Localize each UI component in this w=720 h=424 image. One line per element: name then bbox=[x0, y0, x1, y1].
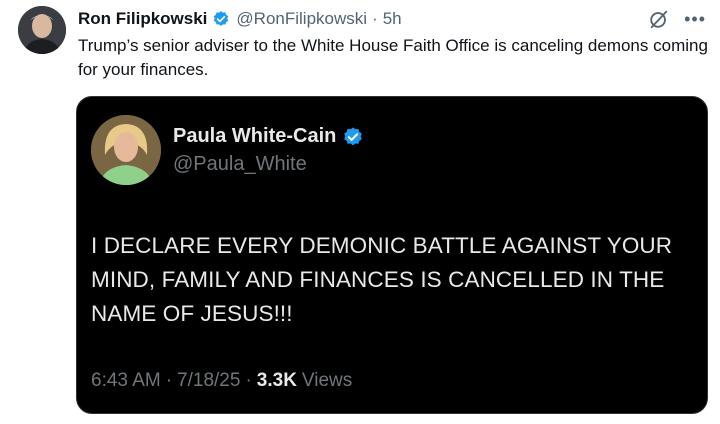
quoted-name-row: Paula White-Cain bbox=[173, 125, 364, 148]
author-handle[interactable]: @RonFilipkowski bbox=[236, 9, 367, 29]
quoted-time[interactable]: 6:43 AM bbox=[91, 370, 161, 392]
quoted-author-avatar[interactable] bbox=[91, 115, 161, 185]
quoted-tweet-text: I DECLARE EVERY DEMONIC BATTLE AGAINST Y… bbox=[91, 233, 673, 326]
more-icon[interactable]: ••• bbox=[684, 10, 706, 28]
views-count: 3.3K bbox=[256, 370, 297, 391]
views-label: Views bbox=[301, 370, 353, 391]
tweet-header: Ron Filipkowski @RonFilipkowski · 5h ••• bbox=[78, 8, 706, 30]
tweet-timestamp[interactable]: 5h bbox=[383, 9, 402, 29]
quoted-tweet-meta: 6:43 AM · 7/18/25 · 3.3K Views bbox=[91, 370, 352, 392]
verified-badge-icon bbox=[342, 126, 364, 148]
verified-badge-icon bbox=[212, 10, 230, 28]
author-name[interactable]: Ron Filipkowski bbox=[78, 9, 207, 29]
separator-dot: · bbox=[245, 370, 252, 391]
quoted-date[interactable]: 7/18/25 bbox=[177, 370, 240, 392]
separator-dot: · bbox=[372, 9, 378, 28]
tweet-text: Trump’s senior adviser to the White Hous… bbox=[78, 36, 708, 79]
quoted-author-handle[interactable]: @Paula_White bbox=[173, 153, 307, 176]
quoted-author-name[interactable]: Paula White-Cain bbox=[173, 125, 336, 148]
header-actions: ••• bbox=[648, 8, 706, 30]
grok-icon[interactable] bbox=[648, 8, 670, 30]
author-avatar[interactable] bbox=[18, 6, 66, 54]
quoted-tweet-card[interactable]: Paula White-Cain @Paula_White I DECLARE … bbox=[76, 96, 708, 414]
separator-dot: · bbox=[165, 370, 173, 391]
